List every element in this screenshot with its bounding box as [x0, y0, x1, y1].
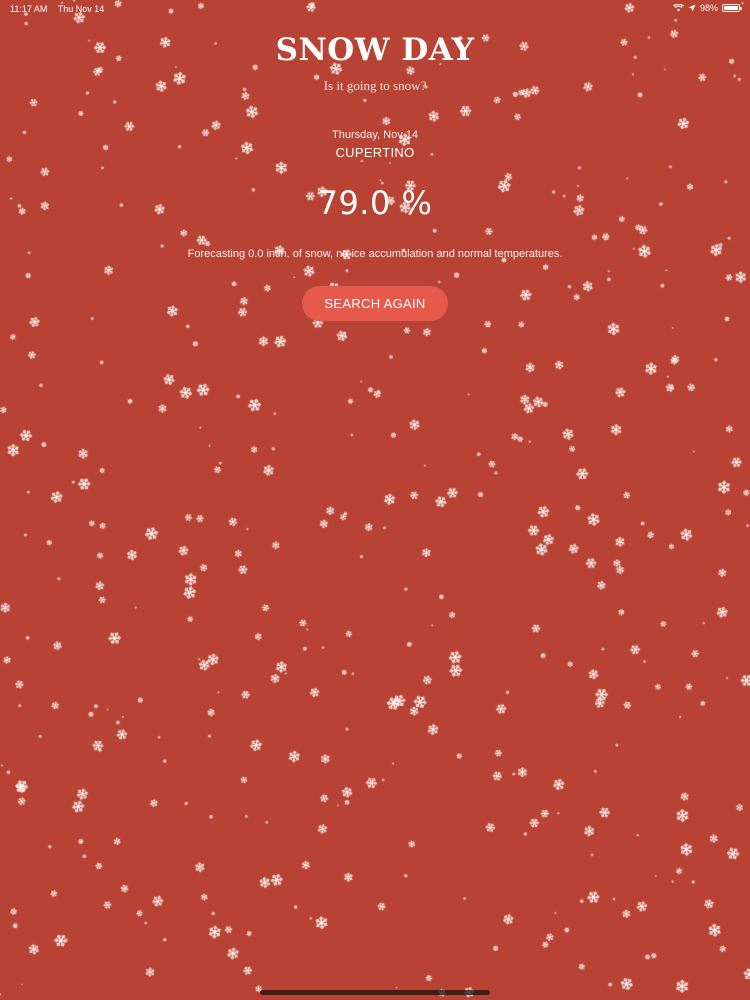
forecast-city: CUPERTINO: [335, 145, 415, 160]
battery-fill: [724, 6, 738, 10]
status-bar: 11:17 AM Thu Nov 14 98%: [0, 0, 750, 20]
battery-icon: [722, 4, 742, 12]
app-title: SNOW DAY: [275, 32, 475, 68]
status-bar-right: 98%: [672, 3, 742, 13]
location-icon: [688, 4, 696, 12]
status-bar-left: 11:17 AM Thu Nov 14: [10, 4, 112, 14]
wifi-icon: [672, 4, 684, 12]
search-again-button[interactable]: SEARCH AGAIN: [302, 286, 448, 321]
status-time: 11:17 AM: [10, 4, 48, 14]
forecast-date: Thursday, Nov 14: [331, 129, 418, 141]
home-indicator[interactable]: [260, 990, 490, 995]
status-date: Thu Nov 14: [57, 4, 105, 14]
battery-percent: 98%: [699, 3, 718, 13]
snow-probability: 79.0 %: [317, 184, 433, 222]
app-subtitle: Is it going to snow?: [323, 78, 427, 93]
forecast-summary: Forecasting 0.0 inch. of snow, no ice ac…: [187, 248, 563, 260]
